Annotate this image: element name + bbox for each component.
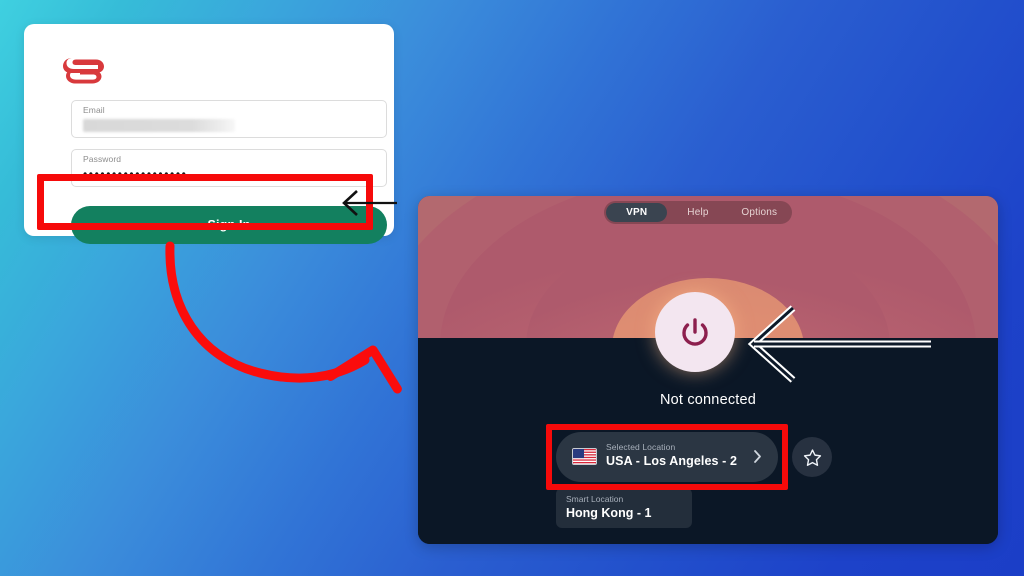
us-flag-icon <box>572 448 597 465</box>
vpn-app-window: VPN Help Options <box>418 196 998 544</box>
password-field-label: Password <box>83 154 122 164</box>
power-button[interactable] <box>655 292 735 372</box>
power-icon <box>682 318 708 346</box>
tab-vpn[interactable]: VPN <box>606 203 668 222</box>
selected-location-caption: Selected Location <box>606 442 676 452</box>
expressvpn-logo-icon <box>62 54 108 88</box>
chevron-right-icon <box>753 449 762 464</box>
sign-in-button[interactable]: Sign In <box>71 206 387 244</box>
tab-options[interactable]: Options <box>729 203 790 222</box>
email-field-label: Email <box>83 105 105 115</box>
screenshot-stage: Email Password •••••••••••••••••• Sign I… <box>0 0 1024 576</box>
password-field-value: •••••••••••••••••• <box>83 167 188 181</box>
star-icon <box>803 448 821 466</box>
smart-location-caption: Smart Location <box>566 494 624 504</box>
location-row: Selected Location USA - Los Angeles - 2 <box>556 432 834 482</box>
smart-location-name: Hong Kong - 1 <box>566 506 652 520</box>
selected-location-button[interactable]: Selected Location USA - Los Angeles - 2 <box>556 432 778 482</box>
vpn-tabbar: VPN Help Options <box>604 201 792 224</box>
login-card: Email Password •••••••••••••••••• Sign I… <box>24 24 394 244</box>
connection-status-text: Not connected <box>659 392 757 408</box>
email-field[interactable]: Email <box>71 100 387 138</box>
email-field-value <box>83 119 235 132</box>
tab-help[interactable]: Help <box>667 203 728 222</box>
favorite-star-button[interactable] <box>792 437 832 477</box>
smart-location-button[interactable]: Smart Location Hong Kong - 1 <box>556 488 692 528</box>
password-field[interactable]: Password •••••••••••••••••• <box>71 149 387 187</box>
selected-location-name: USA - Los Angeles - 2 <box>606 454 738 468</box>
flow-arrow-icon <box>160 238 410 403</box>
